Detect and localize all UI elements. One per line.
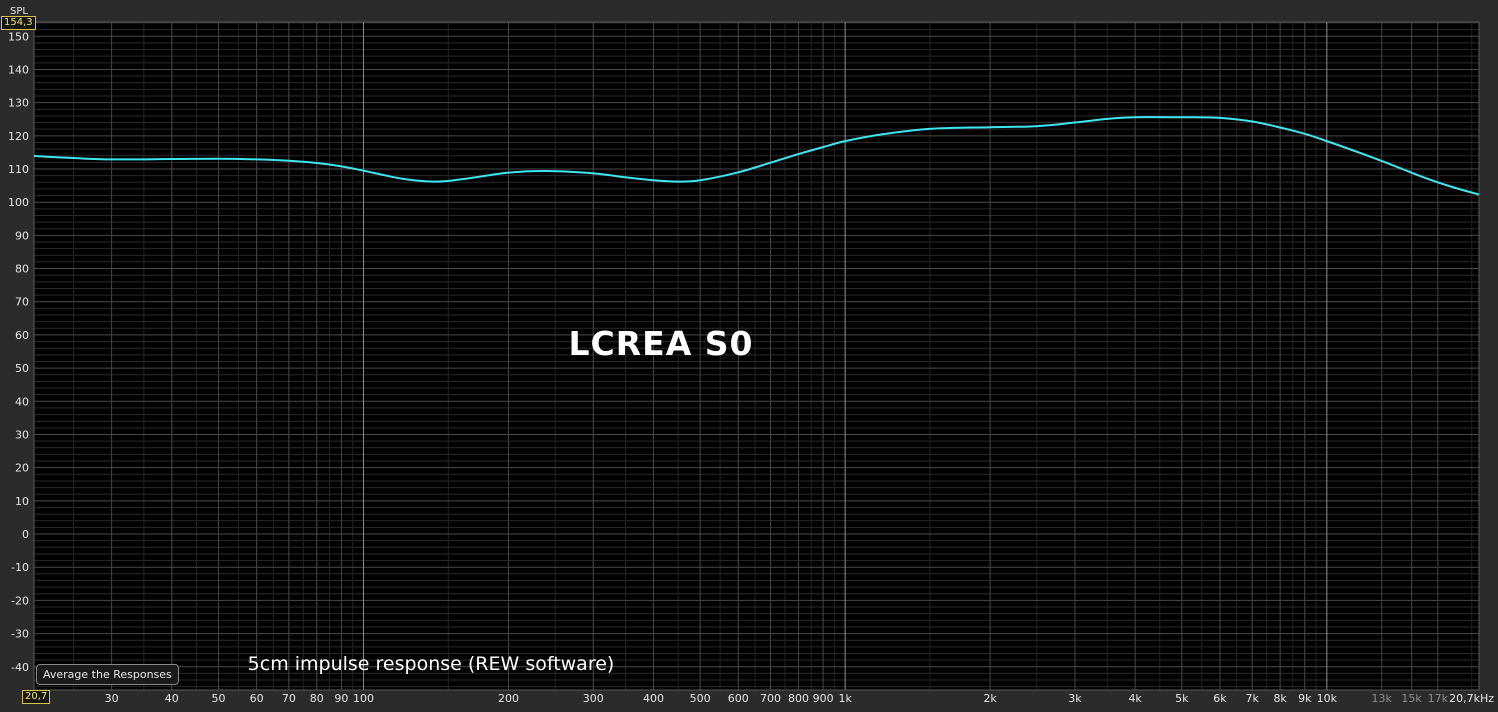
x-tick-label: 30 xyxy=(105,692,119,705)
x-tick-label: 4k xyxy=(1128,692,1142,705)
x-tick-label: 100 xyxy=(353,692,374,705)
chart-subtitle: 5cm impulse response (REW software) xyxy=(248,653,615,675)
y-tick-label: -30 xyxy=(11,628,29,641)
x-max-label: 20,7kHz xyxy=(1449,692,1494,705)
y-tick-label: 110 xyxy=(8,163,29,176)
y-tick-label: 20 xyxy=(15,462,29,475)
y-tick-label: 90 xyxy=(15,229,29,242)
x-tick-label: 70 xyxy=(282,692,296,705)
x-tick-label: 90 xyxy=(334,692,348,705)
x-tick-label: 80 xyxy=(310,692,324,705)
y-tick-label: 100 xyxy=(8,196,29,209)
y-tick-label: 0 xyxy=(22,528,29,541)
chart-stage: 150 140 130 120 110 100 90 80 70 60 50 40 30 20 10 0 -10… xyxy=(0,0,1498,708)
x-tick-label: 200 xyxy=(498,692,519,705)
y-tick-label: 60 xyxy=(15,329,29,342)
x-tick-label: 60 xyxy=(250,692,264,705)
x-tick-label: 50 xyxy=(211,692,225,705)
x-tick-label: 7k xyxy=(1246,692,1260,705)
y-tick-label: 80 xyxy=(15,263,29,276)
y-tick-label: 70 xyxy=(15,296,29,309)
y-tick-label: -20 xyxy=(11,594,29,607)
x-tick-label: 1k xyxy=(838,692,852,705)
x-tick-label: 6k xyxy=(1213,692,1227,705)
y-tick-label: 10 xyxy=(15,495,29,508)
frequency-response-chart: 1501401301201101009080706050403020100-10… xyxy=(8,21,1495,705)
x-tick-label: 13k xyxy=(1372,692,1393,705)
x-tick-label: 500 xyxy=(690,692,711,705)
y-tick-label: 40 xyxy=(15,395,29,408)
x-tick-label: 400 xyxy=(643,692,664,705)
y-tick-label: -10 xyxy=(11,561,29,574)
x-axis-ticks: 30 40 50 60 70 80 90 100 200 300 400 500 600 700 800 90… xyxy=(105,692,1495,705)
y-tick-label: 30 xyxy=(15,428,29,441)
x-tick-label: 5k xyxy=(1175,692,1189,705)
x-tick-label: 600 xyxy=(728,692,749,705)
y-tick-label: 140 xyxy=(8,63,29,76)
x-tick-label: 15k xyxy=(1401,692,1422,705)
x-tick-label: 17k xyxy=(1428,692,1449,705)
x-tick-label: 8k xyxy=(1273,692,1287,705)
y-axis-ticks: 1501401301201101009080706050403020100-10… xyxy=(8,30,29,674)
x-tick-label: 700 xyxy=(760,692,781,705)
y-max-readout: 154,3 xyxy=(1,16,36,30)
x-tick-label: 900 xyxy=(813,692,834,705)
x-tick-label: 40 xyxy=(165,692,179,705)
average-responses-button[interactable]: Average the Responses xyxy=(36,664,179,685)
x-tick-label: 10k xyxy=(1317,692,1338,705)
y-tick-label: 120 xyxy=(8,130,29,143)
x-tick-label: 9k xyxy=(1298,692,1312,705)
x-min-readout: 20,7 xyxy=(22,690,51,704)
x-tick-label: 3k xyxy=(1068,692,1082,705)
chart-title: LCREA S0 xyxy=(569,324,754,363)
y-tick-label: 130 xyxy=(8,97,29,110)
x-tick-label: 800 xyxy=(788,692,809,705)
y-tick-label: 150 xyxy=(8,30,29,43)
y-tick-label: -40 xyxy=(11,661,29,674)
x-tick-label: 2k xyxy=(983,692,997,705)
y-tick-label: 50 xyxy=(15,362,29,375)
x-tick-label: 300 xyxy=(583,692,604,705)
